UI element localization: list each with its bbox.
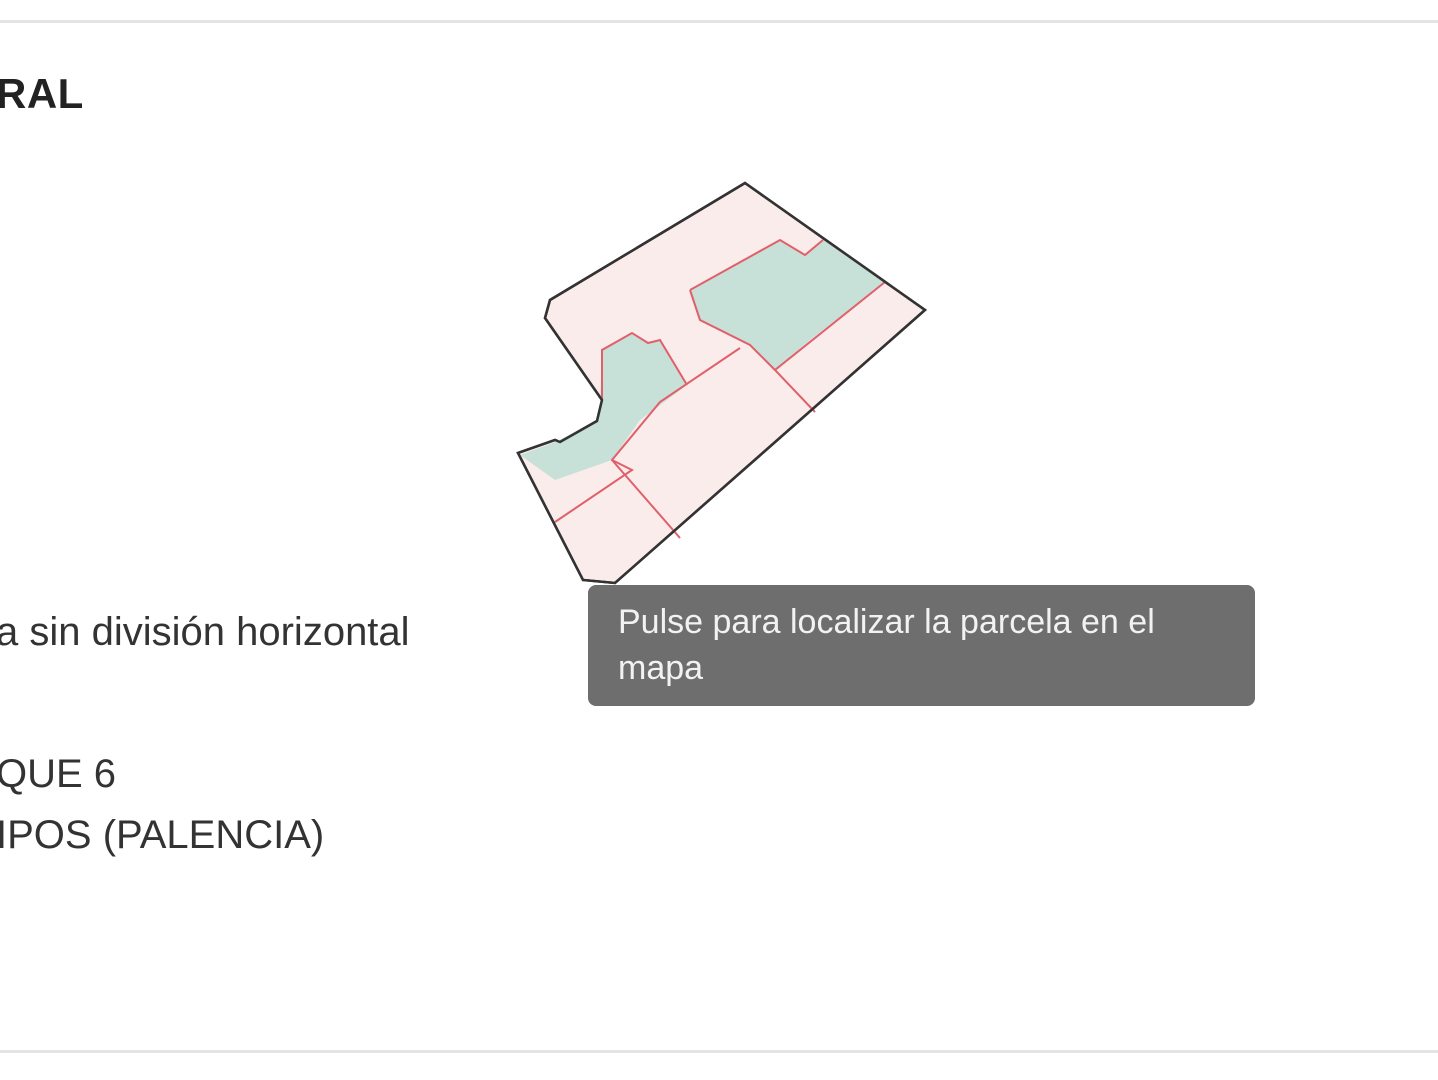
cadastral-detail-panel: RAL a sin división horizontal QUE 6 IPOS…	[0, 0, 1438, 1080]
use-description: a sin división horizontal	[0, 610, 410, 654]
top-divider	[0, 20, 1438, 23]
tooltip-text: Pulse para localizar la parcela en el ma…	[618, 603, 1155, 687]
parcel-map-icon[interactable]	[500, 170, 940, 600]
bottom-divider	[0, 1050, 1438, 1053]
parcel-outline	[516, 181, 928, 585]
locate-parcel-tooltip: Pulse para localizar la parcela en el ma…	[588, 585, 1255, 706]
address-line-2: IPOS (PALENCIA)	[0, 813, 325, 857]
address-line-1: QUE 6	[0, 752, 117, 796]
section-title: RAL	[0, 70, 84, 117]
